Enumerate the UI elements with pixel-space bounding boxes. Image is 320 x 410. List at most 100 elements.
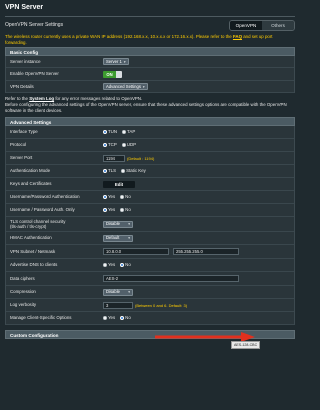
auth-mode-label: Authentication Mode (10, 168, 51, 174)
basic-config-table: Server instance Server 1 ▾ Enable OpenVP… (5, 56, 295, 93)
tab-openvpn[interactable]: OpenVPN (230, 21, 262, 30)
row-enable-openvpn: Enable OpenVPN Server ON (6, 68, 294, 81)
tls-channel-label: TLS control channel security (tls-auth /… (10, 219, 66, 229)
radio-udp[interactable]: UDP (121, 142, 137, 148)
radio-client-options-yes[interactable]: Yes (103, 315, 115, 321)
radio-yes-label: Yes (108, 262, 116, 268)
enable-openvpn-label: Enable OpenVPN Server (10, 71, 59, 77)
user-pass-auth-label: Username/Password Authentication (10, 194, 80, 200)
row-user-pass-auth: Username/Password Authentication Yes No (6, 191, 294, 204)
radio-adv-dns-no[interactable]: No (120, 262, 131, 268)
radio-unselected-icon (121, 169, 126, 173)
cipher-tooltip: AES-128-CBC (231, 341, 261, 350)
row-subnet: VPN Subnet / Netmask 10.8.0.0 255.255.25… (6, 245, 294, 259)
radio-tap-label: TAP (127, 129, 136, 135)
radio-adv-dns-yes[interactable]: Yes (103, 262, 115, 268)
radio-unselected-icon (122, 130, 127, 134)
faq-link[interactable]: FAQ (233, 34, 242, 39)
client-options-label: Manage Client-Specific Options (10, 315, 72, 321)
radio-unselected-icon (120, 208, 125, 212)
log-verbosity-hint: (Between 0 and 6. Default: 3) (135, 302, 188, 308)
row-client-options: Manage Client-Specific Options Yes No (6, 312, 294, 325)
log-verbosity-input[interactable]: 3 (103, 301, 133, 309)
radio-yes-label: Yes (108, 207, 116, 213)
radio-static-key-label: Static Key (126, 168, 146, 174)
radio-selected-icon (103, 208, 107, 212)
info-text: Refer to the System Log for any error me… (5, 93, 295, 117)
info-line1-post: for any error messages related to OpenVP… (55, 96, 143, 101)
radio-selected-icon (120, 263, 125, 267)
tls-channel-select[interactable]: Disable ▾ (103, 220, 133, 228)
row-vpn-details: VPN Details Advanced Settings ▾ (6, 81, 294, 93)
advanced-settings-heading: Advanced Settings (5, 117, 295, 126)
vpn-details-select[interactable]: Advanced Settings ▾ (103, 83, 148, 90)
radio-unselected-icon (120, 195, 125, 199)
radio-selected-icon (120, 316, 125, 320)
row-compression: Compression Disable ▾ (6, 286, 294, 299)
radio-tcp-label: TCP (108, 142, 117, 148)
radio-user-pass-only-no[interactable]: No (120, 207, 131, 213)
radio-user-pass-yes[interactable]: Yes (103, 194, 115, 200)
basic-config-heading: Basic Config (5, 47, 295, 56)
server-port-input[interactable]: 1194 (103, 154, 125, 162)
row-server-port: Server Port 1194 (Default : 1194) (6, 152, 294, 165)
row-tls-channel: TLS control channel security (tls-auth /… (6, 217, 294, 232)
log-verbosity-label: Log verbosity (10, 302, 37, 308)
hmac-label: HMAC Authentication (10, 235, 52, 241)
radio-selected-icon (103, 143, 107, 147)
warning-text: The wireless router currently uses a pri… (5, 34, 232, 39)
compression-label: Compression (10, 289, 36, 295)
advanced-settings-table: Interface Type TUN TAP Protocol TCP UDP … (5, 126, 295, 325)
hmac-value: Default (106, 235, 120, 240)
server-instance-label: Server instance (10, 58, 41, 64)
keys-certs-label: Keys and Certificates (10, 181, 52, 187)
radio-udp-label: UDP (126, 142, 137, 148)
radio-tun[interactable]: TUN (103, 129, 117, 135)
info-line1-pre: Refer to the (5, 96, 28, 101)
info-line2: Before configuring the advanced settings… (5, 102, 287, 113)
toggle-knob (116, 70, 122, 78)
page-title: VPN Server (5, 4, 44, 11)
radio-tcp[interactable]: TCP (103, 142, 117, 148)
row-adv-dns: Advertise DNS to clients Yes No (6, 259, 294, 272)
row-protocol: Protocol TCP UDP (6, 139, 294, 152)
netmask-input[interactable]: 255.255.255.0 (173, 248, 239, 255)
radio-user-pass-only-yes[interactable]: Yes (103, 207, 115, 213)
system-log-link[interactable]: System Log (29, 96, 54, 101)
radio-no-label: No (125, 262, 131, 268)
subnet-label: VPN Subnet / Netmask (10, 248, 56, 254)
hmac-select[interactable]: Default ▾ (103, 234, 133, 242)
row-log-verbosity: Log verbosity 3 (Between 0 and 6. Defaul… (6, 299, 294, 312)
radio-client-options-no[interactable]: No (120, 315, 131, 321)
row-keys-certs: Keys and Certificates Edit (6, 178, 294, 191)
wan-warning: The wireless router currently uses a pri… (5, 34, 295, 47)
server-instance-value: Server 1 (106, 58, 122, 64)
radio-no-label: No (125, 315, 131, 321)
data-ciphers-input[interactable]: AES-2 (103, 275, 239, 282)
server-instance-select[interactable]: Server 1 ▾ (103, 58, 129, 65)
server-port-label: Server Port (10, 155, 33, 161)
data-ciphers-label: Data ciphers (10, 275, 35, 281)
row-hmac: HMAC Authentication Default ▾ (6, 232, 294, 245)
tab-bar: OpenVPN Others (229, 20, 295, 31)
divider (5, 16, 295, 17)
chevron-down-icon: ▾ (142, 84, 145, 89)
chevron-down-icon: ▾ (128, 222, 130, 226)
radio-tap[interactable]: TAP (122, 129, 135, 135)
subnet-ip-input[interactable]: 10.8.0.0 (103, 248, 169, 255)
tls-channel-value: Disable (106, 221, 120, 226)
radio-unselected-icon (103, 316, 107, 320)
radio-tls[interactable]: TLS (103, 168, 116, 174)
subheader-row: OpenVPN Server Settings OpenVPN Others (5, 20, 295, 31)
tab-others[interactable]: Others (262, 21, 294, 30)
row-user-pass-only: Username / Password Auth. Only Yes No (6, 204, 294, 217)
radio-static-key[interactable]: Static Key (121, 168, 146, 174)
radio-user-pass-no[interactable]: No (120, 194, 131, 200)
chevron-down-icon: ▾ (128, 236, 130, 240)
radio-yes-label: Yes (108, 315, 116, 321)
radio-yes-label: Yes (108, 194, 116, 200)
enable-openvpn-toggle[interactable]: ON (103, 70, 122, 78)
edit-keys-button[interactable]: Edit (103, 180, 135, 188)
user-pass-only-label: Username / Password Auth. Only (10, 207, 75, 213)
compression-select[interactable]: Disable ▾ (103, 288, 133, 296)
